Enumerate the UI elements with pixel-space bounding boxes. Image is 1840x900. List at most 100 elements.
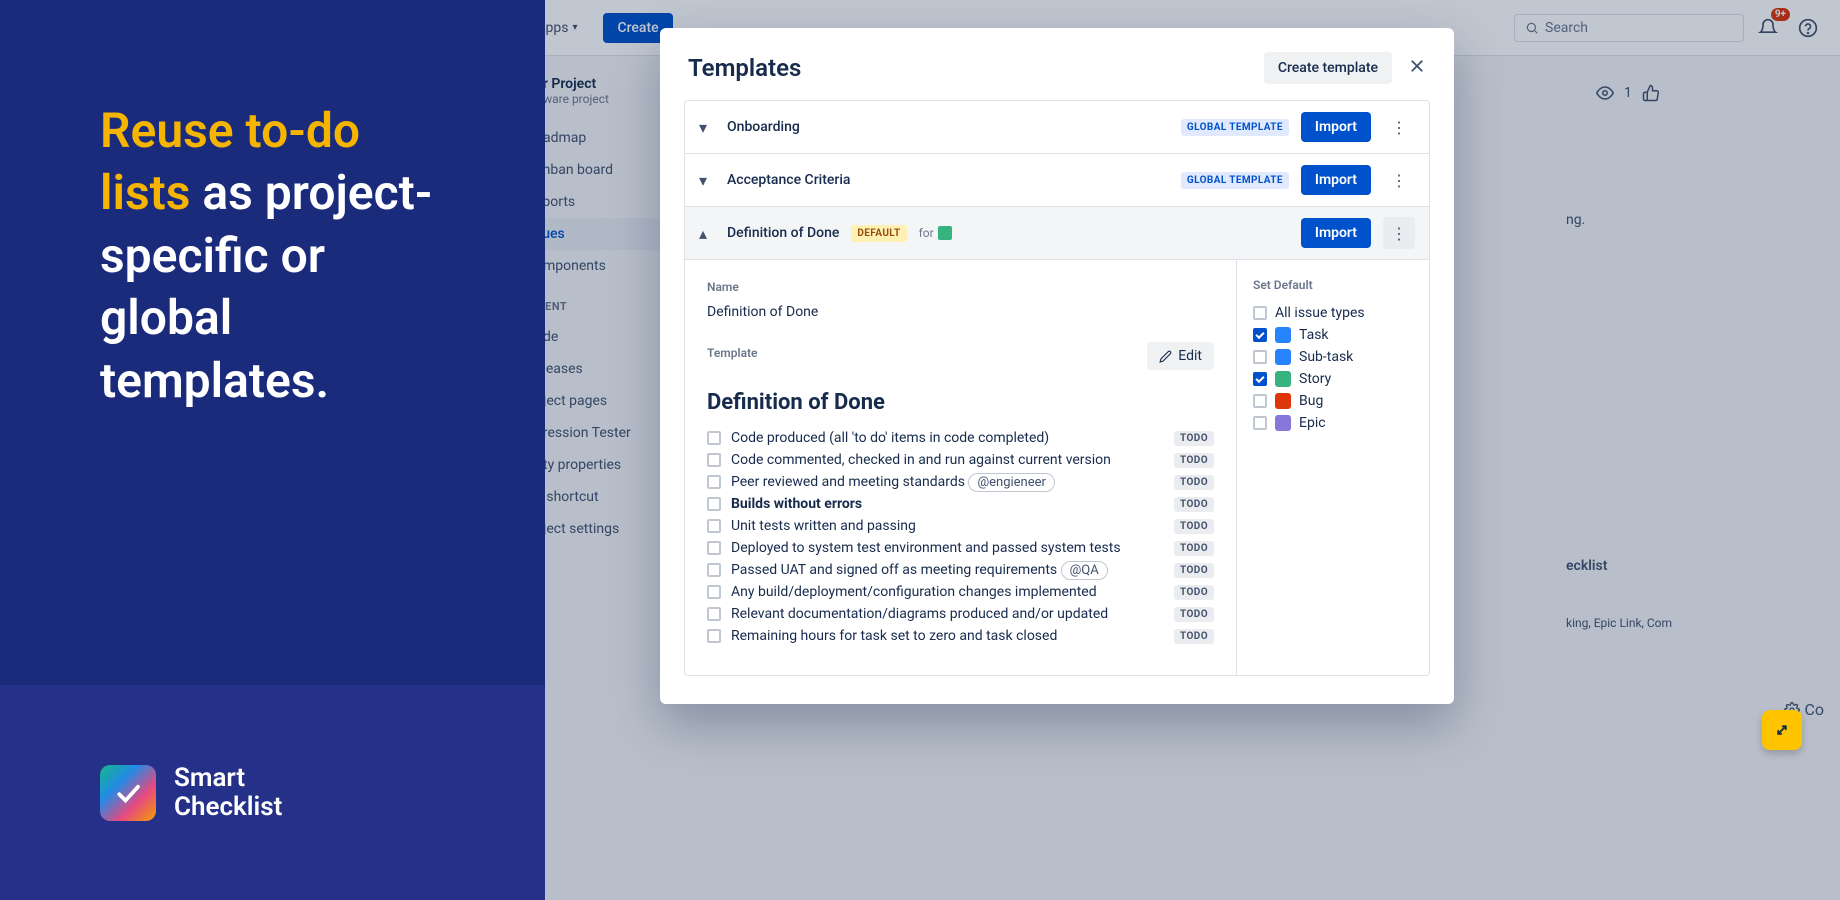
banner-headline: Reuse to-do lists as project-specific or… — [100, 100, 445, 412]
type-label: Story — [1299, 371, 1331, 387]
checklist-item[interactable]: Unit tests written and passing TODO — [707, 515, 1214, 537]
watch-icon[interactable] — [1596, 84, 1614, 102]
template-list: ▾ Onboarding GLOBAL TEMPLATE Import ⋮ ▾ … — [684, 100, 1430, 676]
checkbox[interactable] — [707, 563, 721, 577]
checkbox[interactable] — [1253, 394, 1267, 408]
status-tag[interactable]: TODO — [1174, 453, 1214, 468]
template-row-acceptance[interactable]: ▾ Acceptance Criteria GLOBAL TEMPLATE Im… — [685, 154, 1429, 207]
search-icon — [1525, 21, 1539, 35]
story-icon — [938, 226, 952, 240]
checklist-item[interactable]: Remaining hours for task set to zero and… — [707, 625, 1214, 647]
default-type-option[interactable]: Task — [1253, 324, 1413, 346]
checklist-item-text: Code produced (all 'to do' items in code… — [731, 430, 1164, 446]
default-type-option[interactable]: All issue types — [1253, 302, 1413, 324]
chevron-down-icon: ▾ — [699, 171, 715, 190]
checklist-item[interactable]: Code commented, checked in and run again… — [707, 449, 1214, 471]
kebab-menu-icon[interactable]: ⋮ — [1383, 111, 1415, 143]
expand-fab-button[interactable] — [1762, 710, 1802, 750]
default-badge: DEFAULT — [851, 225, 906, 242]
kebab-menu-icon[interactable]: ⋮ — [1383, 217, 1415, 249]
checkbox[interactable] — [707, 607, 721, 621]
templates-modal: Templates Create template ▾ Onboarding G… — [660, 28, 1454, 704]
for-label: for — [919, 226, 952, 240]
checklist-item[interactable]: Peer reviewed and meeting standards @eng… — [707, 471, 1214, 493]
checkbox[interactable] — [707, 431, 721, 445]
checklist-item-text: Code commented, checked in and run again… — [731, 452, 1164, 468]
search-input[interactable]: Search — [1514, 14, 1744, 42]
checkbox[interactable] — [1253, 416, 1267, 430]
import-button[interactable]: Import — [1301, 165, 1371, 195]
issue-type-icon — [1275, 415, 1291, 431]
checklist-item-text: Builds without errors — [731, 496, 1164, 512]
checkbox[interactable] — [707, 629, 721, 643]
status-tag[interactable]: TODO — [1174, 629, 1214, 644]
status-tag[interactable]: TODO — [1174, 475, 1214, 490]
chevron-down-icon: ▾ — [699, 118, 715, 137]
template-row-onboarding[interactable]: ▾ Onboarding GLOBAL TEMPLATE Import ⋮ — [685, 101, 1429, 154]
checklist-item[interactable]: Deployed to system test environment and … — [707, 537, 1214, 559]
checkbox[interactable] — [1253, 306, 1267, 320]
checkbox[interactable] — [707, 453, 721, 467]
issue-type-icon — [1275, 327, 1291, 343]
set-default-panel: Set Default All issue typesTaskSub-taskS… — [1237, 260, 1429, 675]
banner-footer: Smart Checklist — [0, 685, 545, 900]
checklist-item-text: Relevant documentation/diagrams produced… — [731, 606, 1164, 622]
status-tag[interactable]: TODO — [1174, 563, 1214, 578]
checkbox[interactable] — [707, 541, 721, 555]
type-label: Epic — [1299, 415, 1326, 431]
close-icon[interactable] — [1408, 56, 1426, 80]
mention-tag[interactable]: @QA — [1061, 561, 1108, 580]
mention-tag[interactable]: @engieneer — [968, 473, 1054, 492]
kebab-menu-icon[interactable]: ⋮ — [1383, 164, 1415, 196]
issue-type-icon — [1275, 393, 1291, 409]
status-tag[interactable]: TODO — [1174, 585, 1214, 600]
template-label: Template — [707, 346, 758, 360]
global-template-badge: GLOBAL TEMPLATE — [1181, 172, 1289, 189]
thumbs-up-icon[interactable] — [1642, 84, 1660, 102]
checkbox[interactable] — [1253, 372, 1267, 386]
brand-name: Smart Checklist — [174, 764, 282, 821]
default-type-option[interactable]: Story — [1253, 368, 1413, 390]
checklist-heading: Definition of Done — [707, 390, 1214, 415]
name-value[interactable]: Definition of Done — [707, 300, 1214, 324]
template-row-dod[interactable]: ▴ Definition of Done DEFAULT for Import … — [685, 207, 1429, 260]
checklist-item[interactable]: Passed UAT and signed off as meeting req… — [707, 559, 1214, 581]
checklist-item[interactable]: Builds without errors TODO — [707, 493, 1214, 515]
modal-title: Templates — [688, 54, 801, 82]
checklist-item-text: Remaining hours for task set to zero and… — [731, 628, 1164, 644]
status-tag[interactable]: TODO — [1174, 431, 1214, 446]
type-label: Task — [1299, 327, 1329, 343]
default-type-option[interactable]: Epic — [1253, 412, 1413, 434]
issue-right-panel: 1 ng. ecklist king, Epic Link, Com Co — [1550, 56, 1840, 900]
status-tag[interactable]: TODO — [1174, 519, 1214, 534]
status-tag[interactable]: TODO — [1174, 607, 1214, 622]
checklist-item[interactable]: Relevant documentation/diagrams produced… — [707, 603, 1214, 625]
checkbox[interactable] — [707, 497, 721, 511]
default-type-option[interactable]: Sub-task — [1253, 346, 1413, 368]
checkbox[interactable] — [1253, 350, 1267, 364]
name-label: Name — [707, 280, 1214, 294]
checklist-item[interactable]: Code produced (all 'to do' items in code… — [707, 427, 1214, 449]
global-template-badge: GLOBAL TEMPLATE — [1181, 119, 1289, 136]
edit-button[interactable]: Edit — [1147, 342, 1214, 370]
status-tag[interactable]: TODO — [1174, 541, 1214, 556]
type-label: All issue types — [1275, 305, 1365, 321]
checkbox[interactable] — [707, 585, 721, 599]
checkbox[interactable] — [707, 519, 721, 533]
type-label: Sub-task — [1299, 349, 1353, 365]
checklist-item[interactable]: Any build/deployment/configuration chang… — [707, 581, 1214, 603]
status-tag[interactable]: TODO — [1174, 497, 1214, 512]
checklist-item-text: Unit tests written and passing — [731, 518, 1164, 534]
type-label: Bug — [1299, 393, 1323, 409]
help-icon[interactable] — [1792, 12, 1824, 44]
default-type-option[interactable]: Bug — [1253, 390, 1413, 412]
checkbox[interactable] — [707, 475, 721, 489]
import-button[interactable]: Import — [1301, 112, 1371, 142]
checklist-item-text: Any build/deployment/configuration chang… — [731, 584, 1164, 600]
marketing-banner: Reuse to-do lists as project-specific or… — [0, 0, 545, 900]
create-template-button[interactable]: Create template — [1264, 52, 1392, 84]
notifications-icon[interactable]: 9+ — [1752, 12, 1784, 44]
checkbox[interactable] — [1253, 328, 1267, 342]
import-button[interactable]: Import — [1301, 218, 1371, 248]
chevron-up-icon: ▴ — [699, 224, 715, 243]
